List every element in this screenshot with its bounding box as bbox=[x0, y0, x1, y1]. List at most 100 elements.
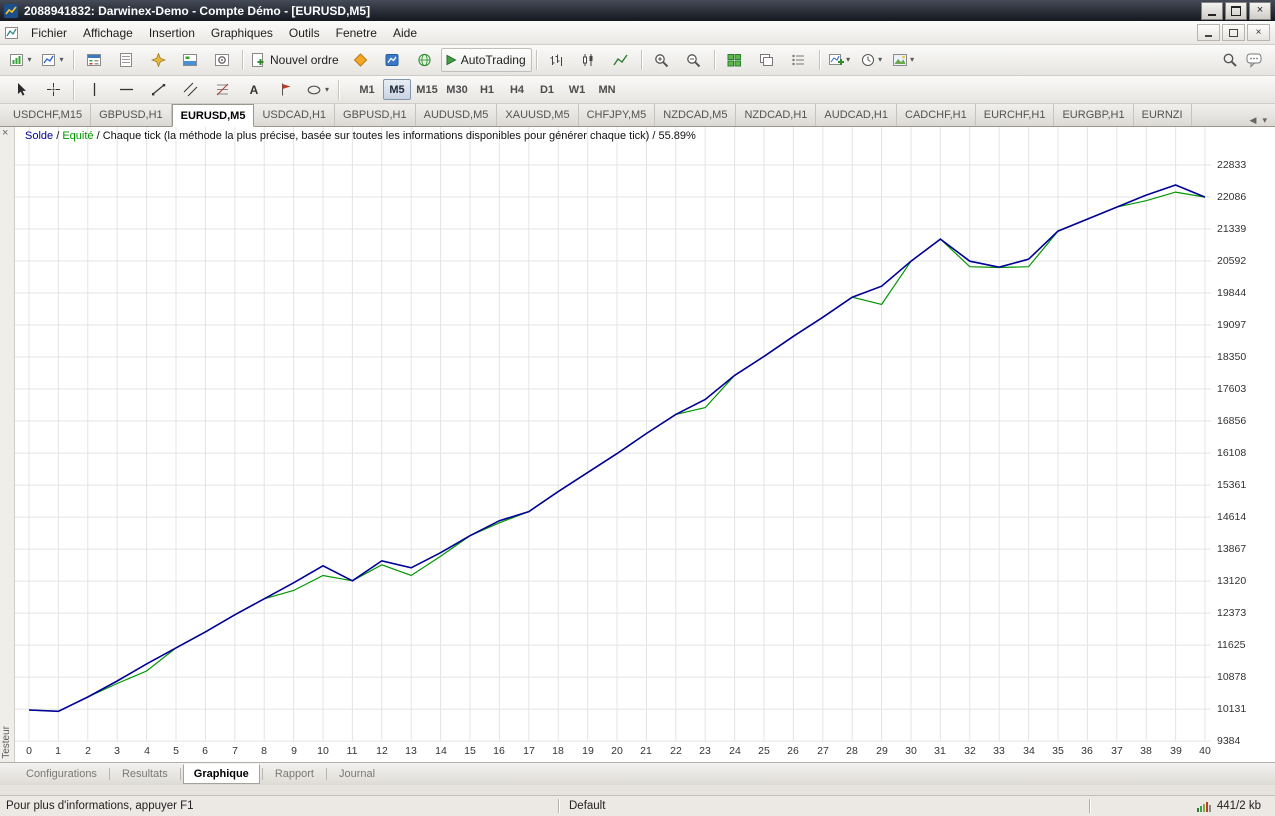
new-chart-button[interactable]: ▾ bbox=[5, 48, 37, 72]
timeframe-h1[interactable]: H1 bbox=[473, 79, 501, 100]
text-button[interactable]: A bbox=[238, 78, 270, 102]
mdi-minimize-button[interactable] bbox=[1197, 24, 1220, 41]
menu-fenetre[interactable]: Fenetre bbox=[328, 21, 385, 44]
tab-list-dropdown-icon[interactable]: ▾ bbox=[1262, 115, 1267, 126]
y-axis-label: 20592 bbox=[1217, 255, 1246, 267]
chart-canvas[interactable] bbox=[15, 127, 1275, 762]
x-axis-label: 6 bbox=[194, 745, 216, 757]
fibonacci-icon bbox=[215, 82, 230, 97]
tester-tab-rapport[interactable]: Rapport bbox=[265, 765, 324, 783]
caret-down-icon: ▾ bbox=[878, 56, 882, 64]
caret-down-icon: ▾ bbox=[910, 56, 914, 64]
objects-list-button[interactable] bbox=[783, 48, 815, 72]
tester-tabs-bar: Configurations Resultats Graphique Rapport J… bbox=[0, 762, 1275, 785]
menu-graphiques[interactable]: Graphiques bbox=[203, 21, 281, 44]
crosshair-button[interactable] bbox=[37, 78, 69, 102]
profiles-button[interactable]: ▾ bbox=[37, 48, 69, 72]
tester-tab-journal[interactable]: Journal bbox=[329, 765, 385, 783]
label-button[interactable] bbox=[270, 78, 302, 102]
menu-affichage[interactable]: Affichage bbox=[75, 21, 141, 44]
y-axis-label: 19844 bbox=[1217, 287, 1246, 299]
data-window-button[interactable] bbox=[110, 48, 142, 72]
menu-aide[interactable]: Aide bbox=[385, 21, 425, 44]
chart-tab-audcad-h1[interactable]: AUDCAD,H1 bbox=[816, 104, 897, 126]
chart-tab-eurnzi[interactable]: EURNZI bbox=[1134, 104, 1192, 126]
metaeditor-button[interactable] bbox=[345, 48, 377, 72]
tester-graph-panel[interactable]: Solde / Equité / Chaque tick (la méthode… bbox=[15, 127, 1275, 762]
autotrading-button[interactable]: AutoTrading bbox=[441, 48, 532, 72]
mdi-restore-button[interactable] bbox=[1222, 24, 1245, 41]
close-button[interactable]: × bbox=[1249, 2, 1271, 20]
menu-fichier[interactable]: Fichier bbox=[23, 21, 75, 44]
cascade-windows-button[interactable] bbox=[751, 48, 783, 72]
menu-outils[interactable]: Outils bbox=[281, 21, 328, 44]
mdi-close-button[interactable]: × bbox=[1247, 24, 1270, 41]
chart-tab-chfjpy-m5[interactable]: CHFJPY,M5 bbox=[579, 104, 656, 126]
chart-tab-usdcad-h1[interactable]: USDCAD,H1 bbox=[254, 104, 335, 126]
zoom-in-button[interactable] bbox=[646, 48, 678, 72]
chart-tab-xauusd-m5[interactable]: XAUUSD,M5 bbox=[497, 104, 578, 126]
tab-scroll-left-icon[interactable]: ◀ bbox=[1250, 115, 1257, 126]
timeframe-h4[interactable]: H4 bbox=[503, 79, 531, 100]
timeframe-w1[interactable]: W1 bbox=[563, 79, 591, 100]
x-axis-label: 30 bbox=[900, 745, 922, 757]
active-chart-menu-icon[interactable] bbox=[5, 26, 19, 40]
y-axis-label: 10878 bbox=[1217, 671, 1246, 683]
community-button[interactable] bbox=[409, 48, 441, 72]
timeframe-mn[interactable]: MN bbox=[593, 79, 621, 100]
x-axis-label: 40 bbox=[1194, 745, 1216, 757]
horizontal-line-button[interactable] bbox=[110, 78, 142, 102]
timeframe-m15[interactable]: M15 bbox=[413, 79, 441, 100]
panel-close-icon[interactable]: × bbox=[2, 127, 8, 139]
chart-tab-eurgbp-h1[interactable]: EURGBP,H1 bbox=[1054, 104, 1133, 126]
cursor-button[interactable] bbox=[5, 78, 37, 102]
chart-tab-cadchf-h1[interactable]: CADCHF,H1 bbox=[897, 104, 976, 126]
x-axis-label: 13 bbox=[400, 745, 422, 757]
market-button[interactable] bbox=[377, 48, 409, 72]
chart-tab-nzdcad-m5[interactable]: NZDCAD,M5 bbox=[655, 104, 736, 126]
status-profile[interactable]: Default bbox=[559, 800, 1089, 812]
market-watch-button[interactable] bbox=[78, 48, 110, 72]
timeframe-m30[interactable]: M30 bbox=[443, 79, 471, 100]
tester-tab-resultats[interactable]: Resultats bbox=[112, 765, 178, 783]
timeframe-m1[interactable]: M1 bbox=[353, 79, 381, 100]
fibonacci-button[interactable] bbox=[206, 78, 238, 102]
chart-tab-gbpusd-h1[interactable]: GBPUSD,H1 bbox=[91, 104, 172, 126]
chart-tab-eurchf-h1[interactable]: EURCHF,H1 bbox=[976, 104, 1055, 126]
candlestick-button[interactable] bbox=[573, 48, 605, 72]
chart-tab-eurusd-m5[interactable]: EURUSD,M5 bbox=[172, 104, 255, 127]
chart-tab-gbpusd-h1[interactable]: GBPUSD,H1 bbox=[335, 104, 416, 126]
minimize-button[interactable] bbox=[1201, 2, 1223, 20]
tester-tab-configurations[interactable]: Configurations bbox=[16, 765, 107, 783]
new-order-button[interactable]: Nouvel ordre bbox=[247, 48, 345, 72]
menu-insertion[interactable]: Insertion bbox=[141, 21, 203, 44]
line-chart-button[interactable] bbox=[605, 48, 637, 72]
vertical-line-button[interactable] bbox=[78, 78, 110, 102]
bar-chart-button[interactable] bbox=[541, 48, 573, 72]
timeframe-m5[interactable]: M5 bbox=[383, 79, 411, 100]
timeframe-d1[interactable]: D1 bbox=[533, 79, 561, 100]
chart-tab-usdchf-m15[interactable]: USDCHF,M15 bbox=[5, 104, 91, 126]
x-axis-label: 14 bbox=[430, 745, 452, 757]
zoom-out-button[interactable] bbox=[678, 48, 710, 72]
restore-button[interactable] bbox=[1225, 2, 1247, 20]
navigator-button[interactable] bbox=[142, 48, 174, 72]
indicators-button[interactable]: ▾ bbox=[824, 48, 856, 72]
terminal-button[interactable] bbox=[174, 48, 206, 72]
cursor-arrow-icon bbox=[14, 82, 29, 97]
chat-icon[interactable] bbox=[1246, 52, 1264, 68]
tile-windows-button[interactable] bbox=[719, 48, 751, 72]
chart-tab-audusd-m5[interactable]: AUDUSD,M5 bbox=[416, 104, 498, 126]
x-axis-label: 37 bbox=[1106, 745, 1128, 757]
channel-button[interactable] bbox=[174, 78, 206, 102]
chart-tab-nzdcad-h1[interactable]: NZDCAD,H1 bbox=[736, 104, 816, 126]
trendline-button[interactable] bbox=[142, 78, 174, 102]
periods-button[interactable]: ▾ bbox=[856, 48, 888, 72]
tester-tab-graphique[interactable]: Graphique bbox=[183, 764, 260, 784]
timeframe-group: M1M5M15M30H1H4D1W1MN bbox=[353, 79, 621, 100]
shapes-button[interactable]: ▾ bbox=[302, 78, 334, 102]
strategy-tester-button[interactable] bbox=[206, 48, 238, 72]
templates-button[interactable]: ▾ bbox=[888, 48, 920, 72]
search-icon[interactable] bbox=[1222, 52, 1238, 68]
navigator-icon bbox=[151, 53, 166, 67]
